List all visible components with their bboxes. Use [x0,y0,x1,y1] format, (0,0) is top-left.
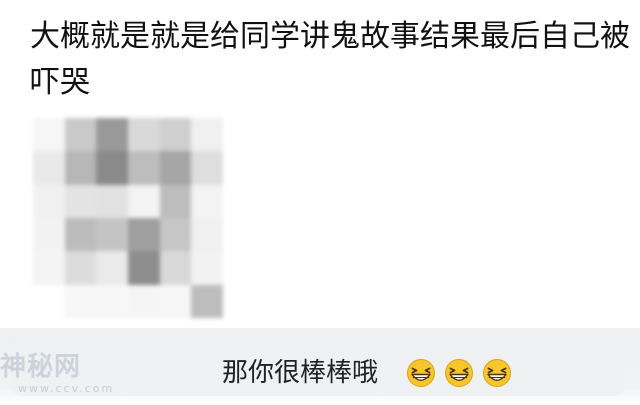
grinning-squint-face-icon [445,359,473,387]
watermark-logo: 神秘网 [0,352,82,382]
mosaic-cell [159,251,192,285]
mosaic-cell [64,151,97,185]
mosaic-cell [96,118,128,152]
mosaic-cell [96,151,128,185]
mosaic-cell [159,118,192,152]
mosaic-cell [127,151,160,185]
mosaic-cell [191,184,223,218]
mosaic-cell [33,151,65,185]
mosaic-cell [159,284,192,318]
mosaic-cell [127,184,160,218]
mosaic-cell [159,151,192,185]
mosaic-cell [64,217,97,252]
mosaic-cell [191,251,223,285]
grinning-squint-face-icon [407,359,435,387]
mosaic-cell [64,184,97,218]
pixelated-image[interactable] [33,118,223,318]
mosaic-cell [33,184,65,218]
mosaic-cell [191,118,223,152]
mosaic-cell [159,184,192,218]
post-text: 大概就是就是给同学讲鬼故事结果最后自己被吓哭 [30,19,630,100]
mosaic-cell [127,217,160,252]
mosaic-cell [127,284,160,318]
mosaic-cell [191,217,223,252]
mosaic-cell [127,251,160,285]
mosaic-cell [64,251,97,285]
mosaic-cell [33,217,65,252]
watermark-url: www.ccv.com [18,382,115,395]
mosaic-cell [159,217,192,252]
mosaic-cell [191,151,223,185]
mosaic-cell [64,284,97,318]
reply-text: 那你很棒棒哦 [222,358,379,388]
mosaic-cell [96,184,128,218]
mosaic-cell [33,284,65,318]
mosaic-cell [96,251,128,285]
mosaic-cell [127,118,160,152]
mosaic-cell [64,118,97,152]
mosaic-cell [33,118,65,152]
mosaic-cell [33,251,65,285]
grinning-squint-face-icon [483,359,511,387]
mosaic-cell [96,284,128,318]
mosaic-cell [96,217,128,252]
mosaic-cell [191,284,223,318]
